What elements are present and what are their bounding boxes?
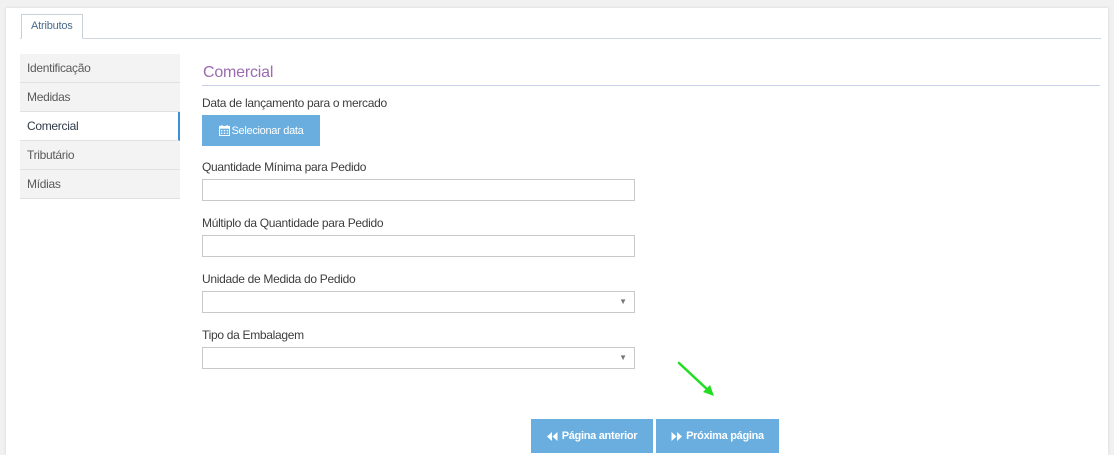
- next-page-button[interactable]: Próxima página: [656, 419, 779, 453]
- sidebar-item-comercial[interactable]: Comercial: [20, 112, 180, 141]
- sidebar-item-medidas[interactable]: Medidas: [20, 83, 180, 112]
- unit-select[interactable]: ▼: [202, 291, 635, 313]
- sidebar-nav: Identificação Medidas Comercial Tributár…: [20, 54, 180, 199]
- sidebar-item-tributario[interactable]: Tributário: [20, 141, 180, 170]
- tab-bar: Atributos: [20, 14, 1101, 39]
- previous-page-label: Página anterior: [561, 430, 638, 442]
- unit-label: Unidade de Medida do Pedido: [202, 272, 356, 286]
- multiple-qty-input[interactable]: [203, 236, 634, 256]
- select-date-label: Selecionar data: [231, 124, 304, 137]
- previous-page-button[interactable]: Página anterior: [531, 419, 653, 453]
- package-select[interactable]: ▼: [202, 347, 635, 369]
- form-content: Comercial Data de lançamento para o merc…: [202, 64, 1100, 384]
- package-label: Tipo da Embalagem: [202, 328, 304, 342]
- min-qty-field[interactable]: [202, 179, 635, 201]
- sidebar-item-identificacao[interactable]: Identificação: [20, 54, 180, 83]
- select-date-button[interactable]: Selecionar data: [202, 115, 320, 146]
- multiple-qty-field[interactable]: [202, 235, 635, 257]
- section-title: Comercial: [202, 64, 1100, 86]
- caret-down-icon: ▼: [619, 353, 627, 362]
- annotation-arrow-icon: [677, 361, 714, 396]
- next-page-label: Próxima página: [686, 430, 764, 442]
- double-chevron-right-icon: [671, 431, 683, 441]
- min-qty-label: Quantidade Mínima para Pedido: [202, 160, 367, 174]
- sidebar-item-midias[interactable]: Mídias: [20, 170, 180, 199]
- launch-date-label: Data de lançamento para o mercado: [202, 96, 387, 110]
- pagination: Página anterior Próxima página: [531, 419, 779, 453]
- caret-down-icon: ▼: [619, 297, 627, 306]
- multiple-qty-label: Múltiplo da Quantidade para Pedido: [202, 216, 384, 230]
- calendar-icon: [218, 125, 230, 136]
- min-qty-input[interactable]: [203, 180, 634, 200]
- tab-atributos[interactable]: Atributos: [21, 14, 83, 39]
- double-chevron-left-icon: [546, 431, 558, 441]
